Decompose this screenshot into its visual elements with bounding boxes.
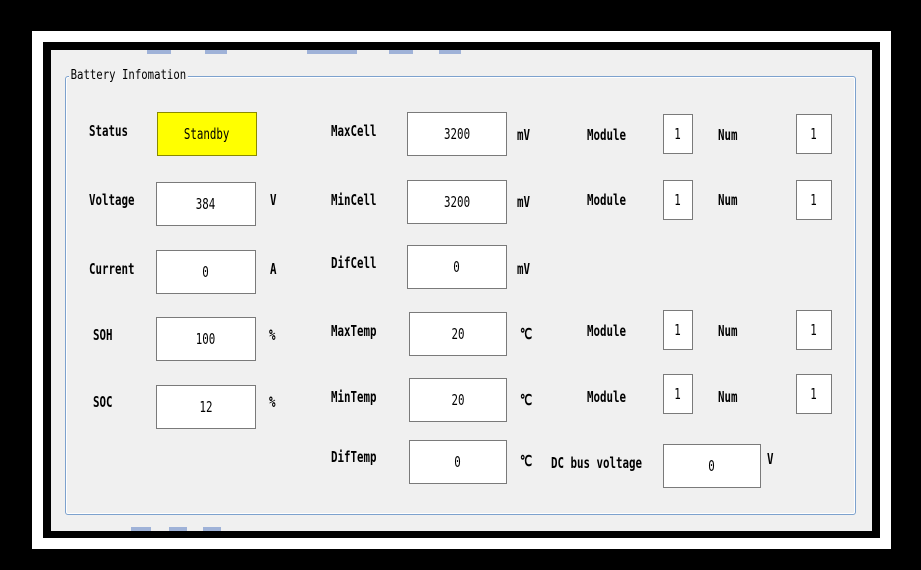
mincell-num-value: 1 [810,191,818,209]
soh-field[interactable]: 100 [156,317,256,361]
voltage-value: 384 [196,195,216,213]
difcell-field[interactable]: 0 [407,245,507,289]
soc-unit: % [269,393,276,411]
hidden-control-fragment [307,50,357,54]
hidden-control-fragment [147,50,171,54]
soc-field[interactable]: 12 [156,385,256,429]
mintemp-field[interactable]: 20 [409,378,507,422]
soh-unit: % [269,326,276,344]
dcbus-label: DC bus voltage [551,454,643,472]
soh-label: SOH [93,326,113,344]
battery-info-panel: Battery Infomation Status Standby Voltag… [51,50,872,531]
mintemp-num-value: 1 [810,385,818,403]
maxcell-label: MaxCell [331,122,377,140]
mincell-num-label: Num [718,191,738,209]
soc-label: SOC [93,393,113,411]
maxtemp-module-value: 1 [674,321,682,339]
mintemp-value: 20 [451,391,465,409]
dcbus-unit: V [767,450,774,468]
mincell-label: MinCell [331,191,377,209]
maxtemp-num-field[interactable]: 1 [796,310,832,350]
difcell-label: DifCell [331,254,377,272]
diftemp-field[interactable]: 0 [409,440,507,484]
voltage-label: Voltage [89,191,135,209]
mintemp-unit: ℃ [520,391,533,409]
difcell-value: 0 [453,258,461,276]
maxcell-num-field[interactable]: 1 [796,114,832,154]
maxtemp-module-label: Module [587,322,627,340]
hidden-control-fragment [203,527,221,531]
maxtemp-unit: ℃ [520,325,533,343]
maxcell-module-value: 1 [674,125,682,143]
mincell-num-field[interactable]: 1 [796,180,832,220]
mincell-module-field[interactable]: 1 [663,180,693,220]
mincell-module-value: 1 [674,191,682,209]
maxcell-unit: mV [517,126,531,144]
voltage-unit: V [270,191,277,209]
maxcell-num-label: Num [718,126,738,144]
maxtemp-value: 20 [451,325,465,343]
diftemp-value: 0 [454,453,462,471]
mintemp-module-label: Module [587,388,627,406]
diftemp-label: DifTemp [331,448,377,466]
mintemp-label: MinTemp [331,388,377,406]
maxtemp-num-value: 1 [810,321,818,339]
diftemp-unit: ℃ [520,452,533,470]
mincell-module-label: Module [587,191,627,209]
maxcell-module-field[interactable]: 1 [663,114,693,154]
mintemp-module-value: 1 [674,385,682,403]
status-field: Standby [157,112,257,156]
mintemp-num-field[interactable]: 1 [796,374,832,414]
hidden-control-fragment [389,50,413,54]
maxtemp-module-field[interactable]: 1 [663,310,693,350]
maxcell-field[interactable]: 3200 [407,112,507,156]
difcell-unit: mV [517,260,531,278]
voltage-field[interactable]: 384 [156,182,256,226]
soh-value: 100 [196,330,216,348]
mincell-field[interactable]: 3200 [407,180,507,224]
current-field[interactable]: 0 [156,250,256,294]
maxtemp-field[interactable]: 20 [409,312,507,356]
mintemp-module-field[interactable]: 1 [663,374,693,414]
current-label: Current [89,260,135,278]
status-value: Standby [184,125,230,143]
status-label: Status [89,122,129,140]
current-unit: A [270,260,277,278]
maxcell-value: 3200 [443,125,471,143]
current-value: 0 [202,263,210,281]
dcbus-value: 0 [708,457,716,475]
mintemp-num-label: Num [718,388,738,406]
hidden-control-fragment [205,50,227,54]
hidden-control-fragment [169,527,187,531]
group-title: Battery Infomation [69,68,188,84]
hidden-control-fragment [131,527,151,531]
dcbus-field[interactable]: 0 [663,444,761,488]
soc-value: 12 [199,398,213,416]
maxcell-module-label: Module [587,126,627,144]
mincell-unit: mV [517,193,531,211]
hidden-control-fragment [439,50,461,54]
maxtemp-label: MaxTemp [331,322,377,340]
maxcell-num-value: 1 [810,125,818,143]
maxtemp-num-label: Num [718,322,738,340]
mincell-value: 3200 [443,193,471,211]
